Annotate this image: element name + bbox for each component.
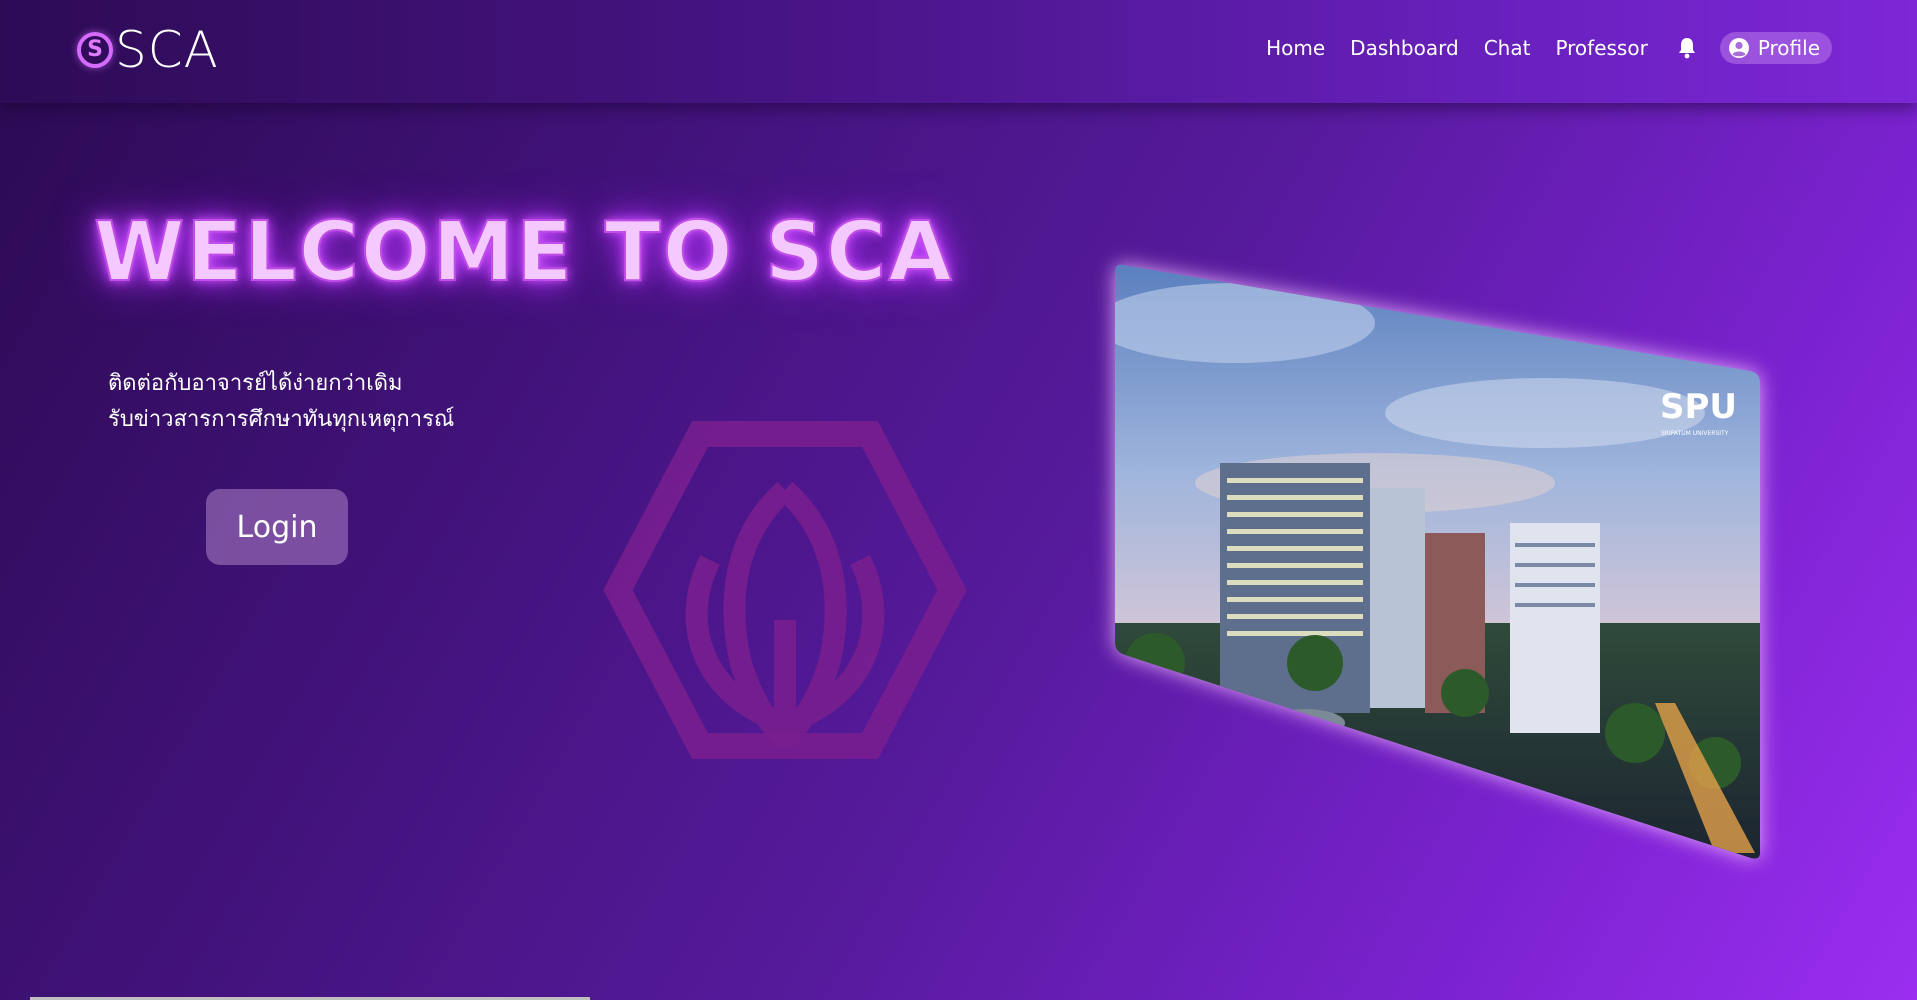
- profile-button[interactable]: Profile: [1719, 32, 1832, 64]
- nav-dashboard-link[interactable]: Dashboard: [1350, 36, 1459, 60]
- sca-logo-mark: S: [77, 32, 113, 68]
- welcome-heading: WELCOME TO SCA: [93, 204, 954, 301]
- nav-links: Home Dashboard Chat Professor Profile: [1266, 32, 1832, 64]
- nav-home-link[interactable]: Home: [1266, 36, 1325, 60]
- nav-professor-link[interactable]: Professor: [1555, 36, 1647, 60]
- user-circle-icon: [1728, 38, 1749, 58]
- login-button[interactable]: Login: [206, 489, 348, 565]
- spu-logo: SPU: [1660, 387, 1737, 427]
- top-navbar: S SCA Home Dashboard Chat Professor Prof…: [0, 0, 1917, 103]
- tagline: ติดต่อกับอาจารย์ได้ง่ายกว่าเดิม รับข่าวส…: [108, 366, 454, 438]
- tagline-line-1: ติดต่อกับอาจารย์ได้ง่ายกว่าเดิม: [108, 371, 403, 396]
- tagline-line-2: รับข่าวสารการศึกษาทันทุกเหตุการณ์: [108, 407, 455, 432]
- profile-label: Profile: [1757, 36, 1820, 60]
- spu-logo-subtext: SRIPATUM UNIVERSITY: [1661, 430, 1729, 437]
- sca-logo-text: SCA: [115, 21, 219, 79]
- nav-chat-link[interactable]: Chat: [1484, 36, 1531, 60]
- university-emblem-watermark: [603, 421, 967, 759]
- sca-logo[interactable]: S SCA: [77, 21, 219, 79]
- campus-photo: SPU SRIPATUM UNIVERSITY: [1115, 263, 1760, 859]
- bell-icon[interactable]: [1678, 37, 1696, 59]
